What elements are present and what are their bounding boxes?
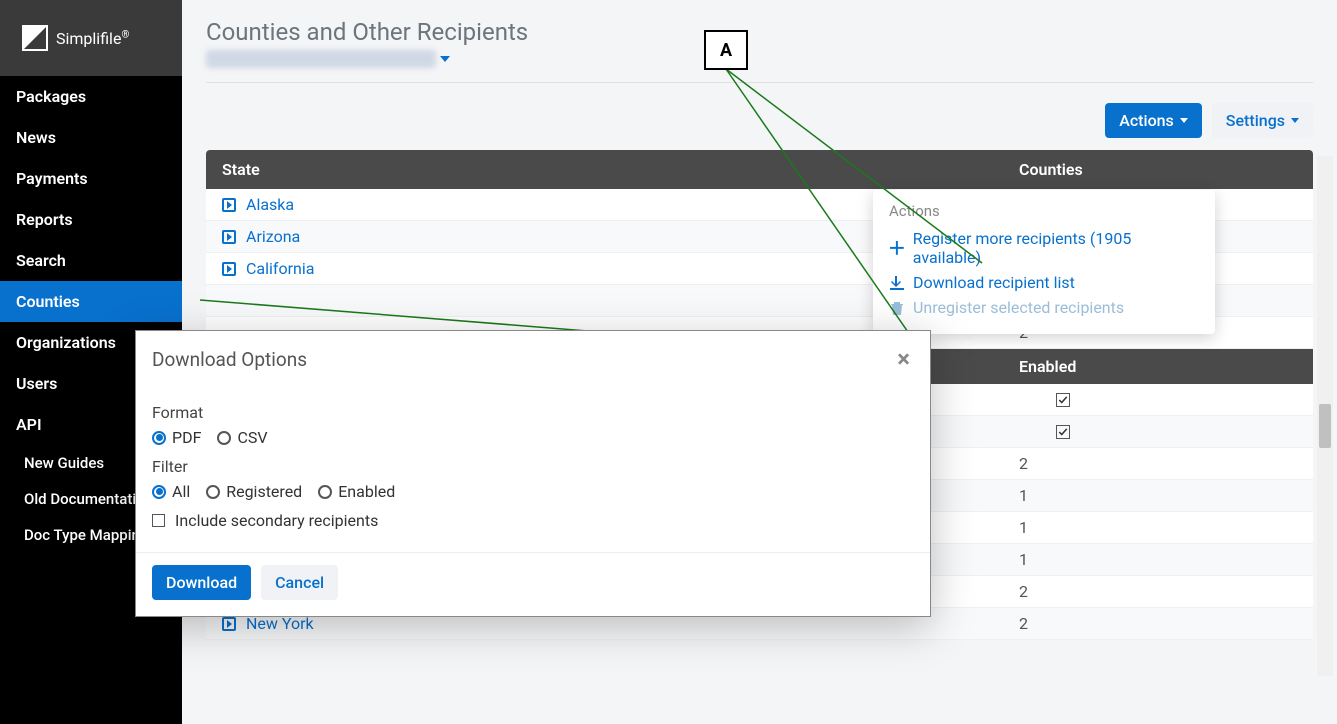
county-count: 1 xyxy=(1003,480,1313,511)
scroll-thumb[interactable] xyxy=(1319,404,1331,448)
county-count: 2 xyxy=(1003,448,1313,479)
register-recipients-item[interactable]: Register more recipients (1905 available… xyxy=(889,226,1199,270)
radio-registered[interactable]: Registered xyxy=(206,482,302,501)
annotation-marker: A xyxy=(704,30,748,70)
radio-enabled[interactable]: Enabled xyxy=(318,482,395,501)
radio-all[interactable]: All xyxy=(152,482,190,501)
actions-menu: Actions Register more recipients (1905 a… xyxy=(873,190,1215,334)
brand-name: Simplifile® xyxy=(56,29,129,48)
radio-csv[interactable]: CSV xyxy=(217,428,267,447)
cancel-button[interactable]: Cancel xyxy=(261,565,338,600)
state-link[interactable]: Arizona xyxy=(246,227,300,246)
brand-logo: Simplifile® xyxy=(0,0,182,76)
close-icon[interactable]: × xyxy=(897,347,910,371)
download-options-modal: Download Options × Format PDFCSV Filter … xyxy=(135,330,931,617)
radio-icon xyxy=(152,431,166,445)
expand-icon[interactable] xyxy=(222,617,236,631)
radio-pdf[interactable]: PDF xyxy=(152,428,201,447)
download-button[interactable]: Download xyxy=(152,565,251,600)
page-title: Counties and Other Recipients xyxy=(206,18,1313,46)
filter-label: Filter xyxy=(152,457,914,476)
table-header: State Counties xyxy=(206,150,1313,189)
download-icon xyxy=(889,275,905,291)
expand-icon[interactable] xyxy=(222,230,236,244)
plus-icon xyxy=(889,240,905,256)
radio-icon xyxy=(217,431,231,445)
org-selector[interactable] xyxy=(206,50,1313,68)
toolbar: Actions Settings xyxy=(206,103,1313,138)
enabled-checkbox[interactable] xyxy=(1056,425,1070,439)
radio-icon xyxy=(206,485,220,499)
col-enabled: Enabled xyxy=(1003,349,1313,384)
radio-icon xyxy=(152,485,166,499)
state-link[interactable]: Alaska xyxy=(246,195,294,214)
county-count: 1 xyxy=(1003,544,1313,575)
menu-title: Actions xyxy=(889,202,1199,220)
chevron-down-icon xyxy=(1291,118,1299,123)
state-link[interactable]: California xyxy=(246,259,314,278)
nav-news[interactable]: News xyxy=(0,117,182,158)
nav-packages[interactable]: Packages xyxy=(0,76,182,117)
chevron-down-icon xyxy=(440,56,450,62)
format-label: Format xyxy=(152,403,914,422)
enabled-checkbox[interactable] xyxy=(1056,393,1070,407)
col-counties: Counties xyxy=(1003,150,1313,189)
county-count: 2 xyxy=(1003,608,1313,639)
checkbox-icon xyxy=(152,514,165,527)
divider xyxy=(206,82,1313,83)
radio-icon xyxy=(318,485,332,499)
chevron-down-icon xyxy=(1180,118,1188,123)
logo-icon xyxy=(22,25,48,51)
download-list-item[interactable]: Download recipient list xyxy=(889,270,1199,295)
org-name-redacted xyxy=(206,50,436,68)
unregister-item: Unregister selected recipients xyxy=(889,295,1199,320)
nav-reports[interactable]: Reports xyxy=(0,199,182,240)
expand-icon[interactable] xyxy=(222,262,236,276)
settings-button[interactable]: Settings xyxy=(1212,103,1313,138)
actions-button[interactable]: Actions xyxy=(1105,103,1202,138)
nav-search[interactable]: Search xyxy=(0,240,182,281)
scrollbar[interactable] xyxy=(1317,156,1333,676)
modal-title: Download Options xyxy=(152,348,307,371)
col-state: State xyxy=(206,150,1003,189)
nav-counties[interactable]: Counties xyxy=(0,281,182,322)
trash-icon xyxy=(889,300,905,316)
expand-icon[interactable] xyxy=(222,198,236,212)
county-count: 2 xyxy=(1003,576,1313,607)
nav-payments[interactable]: Payments xyxy=(0,158,182,199)
include-secondary-checkbox[interactable]: Include secondary recipients xyxy=(152,511,914,530)
county-count: 1 xyxy=(1003,512,1313,543)
